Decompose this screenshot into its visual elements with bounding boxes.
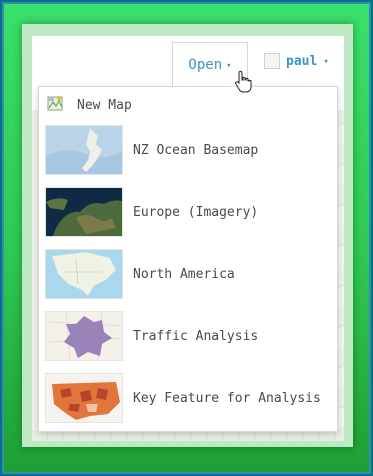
traffic-analysis-thumbnail-icon <box>45 311 123 361</box>
new-map-label: New Map <box>77 97 132 113</box>
north-america-thumbnail-icon <box>45 249 123 299</box>
menu-item-north-america[interactable]: North America <box>45 247 333 301</box>
menu-item-new-map[interactable]: New Map <box>47 93 132 117</box>
avatar <box>264 53 280 69</box>
menu-item-traffic-analysis[interactable]: Traffic Analysis <box>45 309 333 363</box>
user-menu[interactable]: paul ▾ <box>264 50 329 72</box>
menu-item-europe-imagery[interactable]: Europe (Imagery) <box>45 185 333 239</box>
new-map-icon <box>47 94 65 116</box>
menu-item-label: North America <box>133 266 235 282</box>
chevron-down-icon: ▾ <box>226 60 232 71</box>
user-name: paul <box>286 53 318 69</box>
app-window: Open ▾ paul ▾ New Map NZ Ocean Basemap E… <box>32 36 344 441</box>
menu-item-label: NZ Ocean Basemap <box>133 142 259 158</box>
chevron-down-icon: ▾ <box>323 57 329 67</box>
ocean-basemap-thumbnail-icon <box>45 125 123 175</box>
menu-item-nz-ocean-basemap[interactable]: NZ Ocean Basemap <box>45 123 333 177</box>
menu-item-label: Key Feature for Analysis <box>133 390 321 406</box>
top-bar: Open ▾ paul ▾ <box>32 36 344 86</box>
menu-item-label: Traffic Analysis <box>133 328 259 344</box>
hand-pointer-icon <box>232 70 254 94</box>
open-button-label: Open <box>188 56 223 73</box>
menu-item-key-feature-for-analysis[interactable]: Key Feature for Analysis <box>45 371 333 425</box>
key-feature-thumbnail-icon <box>45 373 123 423</box>
europe-imagery-thumbnail-icon <box>45 187 123 237</box>
open-dropdown-menu: New Map NZ Ocean Basemap Europe (Imagery… <box>38 86 338 432</box>
menu-item-label: Europe (Imagery) <box>133 204 259 220</box>
